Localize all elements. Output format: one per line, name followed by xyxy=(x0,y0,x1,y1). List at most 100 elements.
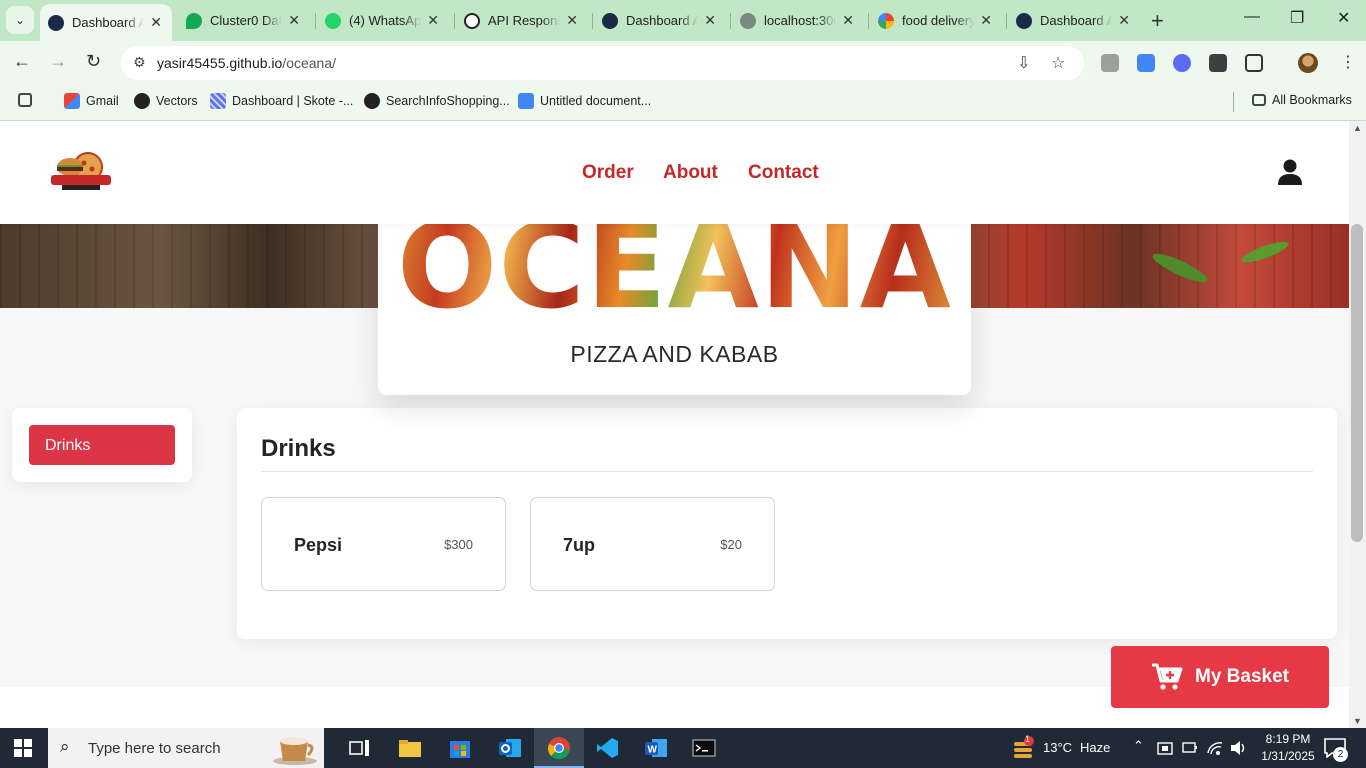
battery-icon[interactable] xyxy=(1182,742,1198,754)
oceana-logo[interactable] xyxy=(48,149,114,193)
close-icon[interactable]: ✕ xyxy=(427,12,439,29)
forward-arrow-icon[interactable]: → xyxy=(49,51,67,72)
apps-grid-icon[interactable] xyxy=(18,93,38,107)
section-title: Drinks xyxy=(261,435,336,462)
cart-plus-icon xyxy=(1152,663,1183,690)
microsoft-store-icon[interactable] xyxy=(446,734,474,762)
close-icon[interactable]: ✕ xyxy=(150,14,162,31)
url-text[interactable]: yasir45455.github.io/oceana/ xyxy=(157,55,336,71)
url-host: yasir45455.github.io xyxy=(157,55,283,71)
tab-cluster0[interactable]: Cluster0 Data ✕ xyxy=(178,0,310,41)
window-close-icon[interactable]: ✕ xyxy=(1337,8,1350,28)
scroll-down-arrow-icon[interactable]: ▼ xyxy=(1353,716,1362,726)
weather-icon[interactable] xyxy=(1012,736,1036,760)
weather-temp[interactable]: 13°C xyxy=(1043,740,1072,755)
vscode-icon[interactable] xyxy=(593,734,621,762)
user-icon[interactable] xyxy=(1278,159,1302,185)
close-icon[interactable]: ✕ xyxy=(704,12,716,29)
wifi-icon[interactable] xyxy=(1206,739,1224,757)
tab-divider xyxy=(868,13,869,29)
reload-icon[interactable]: ↻ xyxy=(86,51,101,72)
react-icon xyxy=(48,14,64,31)
docs-extension-icon[interactable] xyxy=(1137,54,1155,72)
brand-card: OCEANA PIZZA AND KABAB xyxy=(378,201,971,395)
volume-icon[interactable] xyxy=(1229,739,1247,757)
all-bookmarks[interactable]: All Bookmarks xyxy=(1252,93,1352,107)
outlook-icon[interactable] xyxy=(496,734,524,762)
new-tab-button[interactable]: + xyxy=(1151,8,1164,34)
vectors-icon xyxy=(134,93,150,109)
menu-item-card[interactable]: 7up $20 xyxy=(530,497,775,591)
system-clock[interactable]: 8:19 PM 1/31/2025 xyxy=(1258,731,1318,765)
nav-about-link[interactable]: About xyxy=(663,162,718,184)
windows-start-icon[interactable] xyxy=(14,739,32,757)
bookmark-skote[interactable]: Dashboard | Skote -... xyxy=(210,93,353,109)
scrollbar-thumb[interactable] xyxy=(1351,224,1363,542)
nav-order-link[interactable]: Order xyxy=(582,162,634,184)
puzzle-extensions-icon[interactable] xyxy=(1245,54,1263,72)
basket-label: My Basket xyxy=(1195,666,1289,687)
restore-icon[interactable]: ❐ xyxy=(1290,8,1304,28)
tab-api-response[interactable]: API Response ✕ xyxy=(456,0,588,41)
globe-icon xyxy=(740,12,756,29)
whatsapp-icon xyxy=(325,12,341,29)
bookmark-searchinfo[interactable]: SearchInfoShopping... xyxy=(364,93,510,109)
tab-search-button[interactable]: ⌄ xyxy=(6,6,34,34)
bookmark-gmail[interactable]: Gmail xyxy=(64,93,119,109)
react-icon xyxy=(602,12,618,29)
close-icon[interactable]: ✕ xyxy=(1118,12,1130,29)
tab-food-delivery[interactable]: food delivery ✕ xyxy=(870,0,1002,41)
url-path: /oceana/ xyxy=(282,55,337,71)
tab-divider xyxy=(1006,13,1007,29)
my-basket-button[interactable]: My Basket xyxy=(1111,646,1329,708)
profile-avatar[interactable] xyxy=(1298,53,1318,73)
google-icon xyxy=(878,12,894,29)
windows-taskbar: ⌕ Type here to search W 1 13°C Haze ⌃ 8:… xyxy=(0,728,1366,768)
category-sidebar: Drinks xyxy=(12,408,192,482)
weather-condition[interactable]: Haze xyxy=(1080,740,1110,755)
back-arrow-icon[interactable]: ← xyxy=(13,51,31,72)
gmail-icon xyxy=(64,93,80,109)
close-icon[interactable]: ✕ xyxy=(980,12,992,29)
camera-extension-icon[interactable] xyxy=(1101,54,1119,72)
tab-localhost[interactable]: localhost:3000 ✕ xyxy=(732,0,864,41)
task-view-icon[interactable] xyxy=(346,734,374,762)
tab-divider xyxy=(315,13,316,29)
bookmark-star-icon[interactable]: ☆ xyxy=(1051,53,1065,73)
bookmarks-bar: Gmail Vectors Dashboard | Skote -... Sea… xyxy=(0,85,1366,121)
nav-contact-link[interactable]: Contact xyxy=(748,162,819,184)
site-info-icon[interactable]: ⚙ xyxy=(133,54,146,71)
minimize-icon[interactable]: — xyxy=(1244,8,1260,26)
terminal-icon[interactable] xyxy=(690,734,718,762)
bookmarks-divider xyxy=(1233,92,1234,112)
page-scrollbar[interactable]: ▲ ▼ xyxy=(1349,121,1366,728)
close-icon[interactable]: ✕ xyxy=(566,12,578,29)
category-button-drinks[interactable]: Drinks xyxy=(29,425,175,465)
meet-now-icon[interactable] xyxy=(1157,740,1173,756)
address-bar[interactable]: ⚙ yasir45455.github.io/oceana/ ⇩ ☆ xyxy=(121,46,1084,80)
close-icon[interactable]: ✕ xyxy=(842,12,854,29)
bookmark-vectors[interactable]: Vectors xyxy=(134,93,198,109)
scroll-up-arrow-icon[interactable]: ▲ xyxy=(1353,123,1362,133)
brand-title: OCEANA xyxy=(378,207,971,325)
close-icon[interactable]: ✕ xyxy=(288,12,300,29)
more-menu-icon[interactable]: ⋮ xyxy=(1340,52,1356,72)
file-explorer-icon[interactable] xyxy=(396,734,424,762)
gear-extension-icon[interactable] xyxy=(1173,54,1191,72)
mongodb-leaf-icon xyxy=(186,12,202,29)
bookmark-untitled-doc[interactable]: Untitled document... xyxy=(518,93,651,109)
chrome-icon[interactable] xyxy=(545,734,573,762)
chevron-up-icon[interactable]: ⌃ xyxy=(1133,738,1144,754)
weather-badge: 1 xyxy=(1025,734,1031,744)
tab-dashboard-admin-1[interactable]: Dashboard Admin ✕ xyxy=(40,4,172,41)
search-placeholder: Type here to search xyxy=(88,740,221,757)
chevron-down-icon: ⌄ xyxy=(14,13,26,27)
install-app-icon[interactable]: ⇩ xyxy=(1017,53,1030,73)
menu-item-card[interactable]: Pepsi $300 xyxy=(261,497,506,591)
tab-dashboard-admin-2[interactable]: Dashboard Admin ✕ xyxy=(594,0,726,41)
word-icon[interactable]: W xyxy=(642,734,670,762)
tab-whatsapp[interactable]: (4) WhatsApp ✕ xyxy=(317,0,449,41)
tab-dashboard-admin-3[interactable]: Dashboard Admin ✕ xyxy=(1008,0,1140,41)
tab-divider xyxy=(454,13,455,29)
robot-extension-icon[interactable] xyxy=(1209,54,1227,72)
